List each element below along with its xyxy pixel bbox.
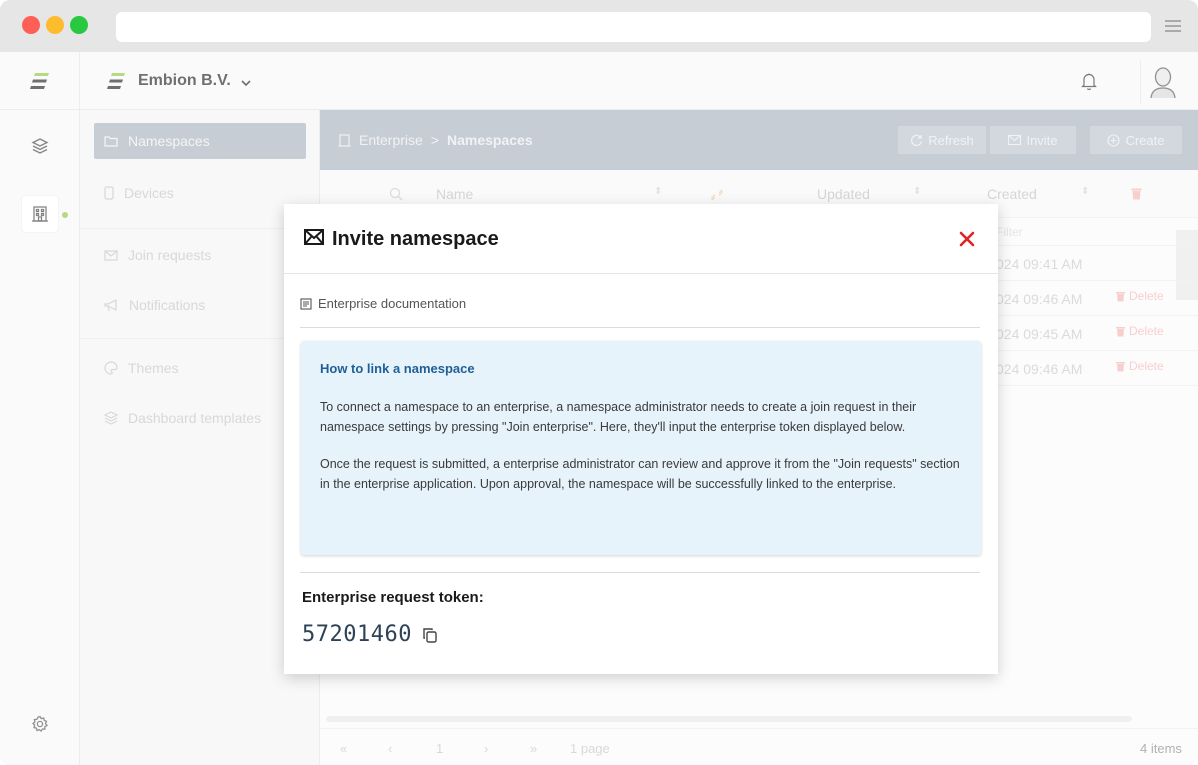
close-window-button[interactable] [22,16,40,34]
info-paragraph: Once the request is submitted, a enterpr… [320,457,960,491]
documentation-label: Enterprise documentation [318,296,467,311]
maximize-window-button[interactable] [70,16,88,34]
token-label: Enterprise request token: [302,589,484,606]
dialog-title: Invite namespace [332,228,499,250]
close-icon[interactable] [958,230,976,248]
divider [300,327,980,328]
envelope-icon [304,229,324,245]
copy-icon[interactable] [422,627,438,643]
browser-titlebar [0,0,1198,52]
book-icon [300,297,312,310]
hamburger-menu-icon[interactable] [1165,20,1181,32]
token-value: 57201460 [302,622,412,647]
address-bar[interactable] [116,12,1151,42]
browser-window: Embion B.V. Namespaces Devices Join requ… [0,0,1198,765]
minimize-window-button[interactable] [46,16,64,34]
token-row: 57201460 [302,622,438,647]
invite-namespace-dialog: Invite namespace Enterprise documentatio… [284,204,998,674]
divider [300,572,980,573]
dialog-header: Invite namespace [284,204,998,274]
info-title: How to link a namespace [320,361,475,376]
info-paragraph: To connect a namespace to an enterprise,… [320,400,917,434]
enterprise-documentation-link[interactable]: Enterprise documentation [300,296,466,311]
info-panel: How to link a namespace To connect a nam… [301,341,981,555]
